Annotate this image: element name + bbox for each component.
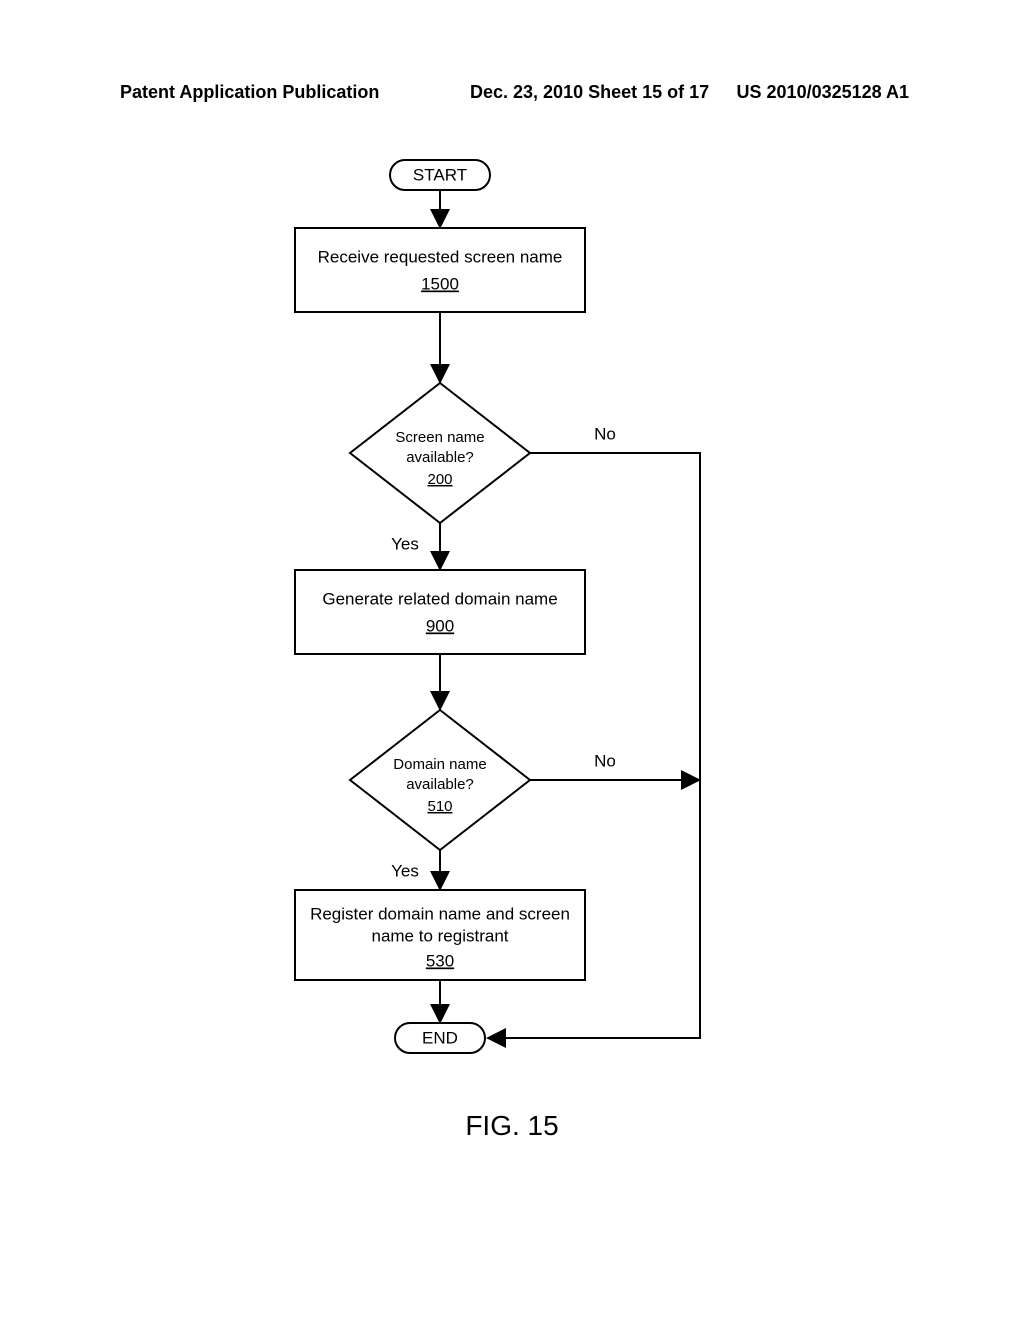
box1-num: 1500 xyxy=(421,274,459,293)
end-label: END xyxy=(422,1028,458,1047)
box2-num: 900 xyxy=(426,616,454,635)
dec2-l2: available? xyxy=(406,776,474,793)
dec2-no: No xyxy=(594,751,616,770)
dec1-yes: Yes xyxy=(391,534,419,553)
box3-l1: Register domain name and screen xyxy=(310,904,570,923)
dec2-num: 510 xyxy=(427,798,452,815)
process-box-1500: Receive requested screen name 1500 xyxy=(295,228,585,312)
header-left: Patent Application Publication xyxy=(120,82,379,103)
dec1-no: No xyxy=(594,424,616,443)
box2-text: Generate related domain name xyxy=(322,589,557,608)
box1-text: Receive requested screen name xyxy=(318,247,563,266)
decision-510: Domain name available? 510 xyxy=(350,710,530,850)
process-box-530: Register domain name and screen name to … xyxy=(295,890,585,980)
dec2-l1: Domain name xyxy=(393,756,486,773)
dec2-yes: Yes xyxy=(391,861,419,880)
terminator-end: END xyxy=(395,1023,485,1053)
box3-l2: name to registrant xyxy=(371,926,508,945)
dec1-l1: Screen name xyxy=(395,429,484,446)
dec1-l2: available? xyxy=(406,449,474,466)
header-center: Dec. 23, 2010 Sheet 15 of 17 xyxy=(470,82,709,103)
terminator-start: START xyxy=(390,160,490,190)
decision-200: Screen name available? 200 xyxy=(350,383,530,523)
box3-num: 530 xyxy=(426,951,454,970)
header-right: US 2010/0325128 A1 xyxy=(737,82,909,103)
start-label: START xyxy=(413,165,467,184)
connector-end-merge xyxy=(490,1010,700,1038)
dec1-num: 200 xyxy=(427,471,452,488)
flowchart: START Receive requested screen name 1500… xyxy=(0,140,1024,1140)
process-box-900: Generate related domain name 900 xyxy=(295,570,585,654)
figure-label: FIG. 15 xyxy=(0,1110,1024,1142)
